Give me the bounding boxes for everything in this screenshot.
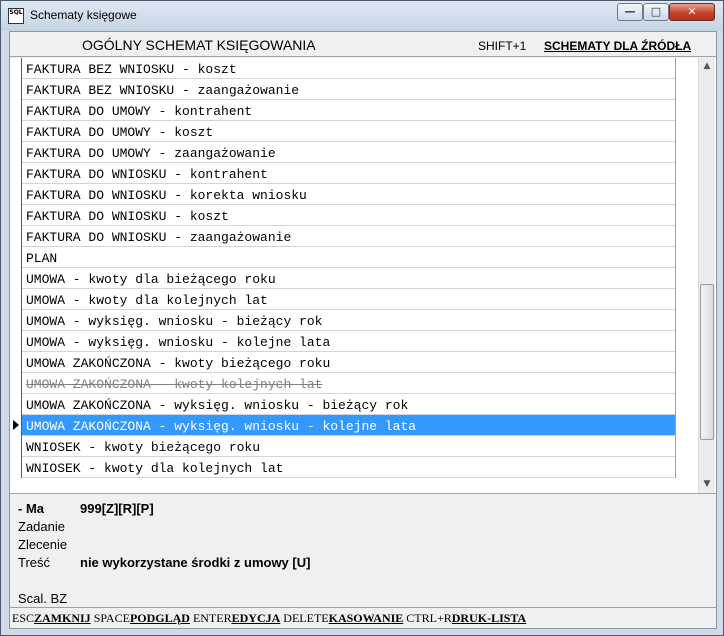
row-label: UMOWA - wyksięg. wniosku - kolejne lata bbox=[26, 335, 331, 350]
details-panel: - Ma 999[Z][R][P] Zadanie Zlecenie Treść… bbox=[10, 495, 716, 606]
minimize-button[interactable]: — bbox=[617, 3, 643, 21]
scal-label: Scal. BZ bbox=[18, 591, 68, 606]
row-indicator[interactable] bbox=[10, 310, 22, 331]
header-bar: OGÓLNY SCHEMAT KSIĘGOWANIA SHIFT+1 SCHEM… bbox=[10, 32, 716, 57]
row-label: FAKTURA DO UMOWY - koszt bbox=[26, 125, 214, 140]
table-row[interactable]: UMOWA ZAKOŃCZONA - wyksięg. wniosku - ko… bbox=[10, 415, 676, 436]
row-label: UMOWA ZAKOŃCZONA - wyksięg. wniosku - bi… bbox=[26, 398, 409, 413]
table-row[interactable]: FAKTURA DO WNIOSKU - koszt bbox=[10, 205, 676, 226]
shortcut-action-kasowanie[interactable]: KASOWANIE bbox=[329, 611, 404, 625]
row-label: FAKTURA DO WNIOSKU - kontrahent bbox=[26, 167, 268, 182]
grid-rows: FAKTURA BEZ WNIOSKU - koszt FAKTURA BEZ W… bbox=[10, 58, 676, 478]
shortcut-action-druk-lista[interactable]: DRUK-LISTA bbox=[452, 611, 526, 625]
row-indicator[interactable] bbox=[10, 58, 22, 79]
shortcut-action-edycja[interactable]: EDYCJA bbox=[232, 611, 281, 625]
row-label: UMOWA - wyksięg. wniosku - bieżący rok bbox=[26, 314, 323, 329]
table-row[interactable]: UMOWA - kwoty dla kolejnych lat bbox=[10, 289, 676, 310]
row-indicator[interactable] bbox=[10, 289, 22, 310]
row-label: FAKTURA DO UMOWY - kontrahent bbox=[26, 104, 253, 119]
title-bar[interactable]: SQL Schematy księgowe — □ ✕ bbox=[1, 1, 723, 31]
row-indicator[interactable] bbox=[10, 268, 22, 289]
row-indicator[interactable] bbox=[10, 184, 22, 205]
row-label: PLAN bbox=[26, 251, 58, 266]
side-label: - Ma bbox=[18, 501, 44, 516]
row-indicator[interactable] bbox=[10, 205, 22, 226]
table-row[interactable]: UMOWA ZAKOŃCZONA - kwoty kolejnych lat bbox=[10, 373, 676, 394]
table-row[interactable]: WNIOSEK - kwoty bieżącego roku bbox=[10, 436, 676, 457]
table-row[interactable]: UMOWA ZAKOŃCZONA - kwoty bieżącego roku bbox=[10, 352, 676, 373]
table-row[interactable]: FAKTURA DO WNIOSKU - korekta wniosku bbox=[10, 184, 676, 205]
current-row-arrow-icon bbox=[13, 420, 19, 430]
maximize-button[interactable]: □ bbox=[643, 3, 669, 21]
table-row[interactable]: FAKTURA BEZ WNIOSKU - koszt bbox=[10, 58, 676, 79]
tresc-value: nie wykorzystane środki z umowy [U] bbox=[80, 555, 311, 570]
row-label: UMOWA - kwoty dla bieżącego roku bbox=[26, 272, 276, 287]
row-label: FAKTURA DO WNIOSKU - koszt bbox=[26, 209, 229, 224]
shortcut-action-podgląd[interactable]: PODGLĄD bbox=[130, 611, 190, 625]
status-bar: ESCZAMKNIJ SPACEPODGLĄD ENTEREDYCJA DELETEK… bbox=[10, 607, 716, 628]
row-indicator[interactable] bbox=[10, 394, 22, 415]
table-row[interactable]: FAKTURA DO UMOWY - kontrahent bbox=[10, 100, 676, 121]
page-title: OGÓLNY SCHEMAT KSIĘGOWANIA bbox=[82, 37, 316, 53]
window-title: Schematy księgowe bbox=[30, 8, 137, 22]
table-row[interactable]: FAKTURA DO UMOWY - koszt bbox=[10, 121, 676, 142]
table-row[interactable]: UMOWA - wyksięg. wniosku - kolejne lata bbox=[10, 331, 676, 352]
grid-border bbox=[675, 58, 676, 478]
row-indicator[interactable] bbox=[10, 373, 22, 394]
shortcut-key: ENTER bbox=[192, 611, 232, 625]
row-label: WNIOSEK - kwoty bieżącego roku bbox=[26, 440, 261, 455]
table-row[interactable]: FAKTURA DO WNIOSKU - zaangażowanie bbox=[10, 226, 676, 247]
row-indicator[interactable] bbox=[10, 100, 22, 121]
table-row[interactable]: WNIOSEK - kwoty dla kolejnych lat bbox=[10, 457, 676, 478]
source-schemes-link[interactable]: SCHEMATY DLA ŹRÓDŁA bbox=[544, 39, 691, 53]
row-indicator[interactable] bbox=[10, 457, 22, 478]
row-indicator[interactable] bbox=[10, 352, 22, 373]
close-button[interactable]: ✕ bbox=[669, 3, 715, 21]
row-indicator[interactable] bbox=[10, 247, 22, 268]
table-row[interactable]: FAKTURA DO WNIOSKU - kontrahent bbox=[10, 163, 676, 184]
table-row[interactable]: UMOWA - kwoty dla bieżącego roku bbox=[10, 268, 676, 289]
zlecenie-label: Zlecenie bbox=[18, 537, 68, 552]
row-label: UMOWA ZAKOŃCZONA - wyksięg. wniosku - ko… bbox=[26, 419, 417, 434]
row-label: FAKTURA DO UMOWY - zaangażowanie bbox=[26, 146, 276, 161]
scroll-up-icon[interactable]: ▲ bbox=[699, 58, 715, 75]
row-label: UMOWA - kwoty dla kolejnych lat bbox=[26, 293, 268, 308]
shortcut-hint: SHIFT+1 bbox=[478, 39, 527, 53]
table-row[interactable]: PLAN bbox=[10, 247, 676, 268]
row-label: FAKTURA BEZ WNIOSKU - zaangażowanie bbox=[26, 83, 300, 98]
shortcut-key: DELETE bbox=[283, 611, 329, 625]
table-row[interactable]: UMOWA - wyksięg. wniosku - bieżący rok bbox=[10, 310, 676, 331]
zadanie-label: Zadanie bbox=[18, 519, 65, 534]
table-row[interactable]: FAKTURA BEZ WNIOSKU - zaangażowanie bbox=[10, 79, 676, 100]
shortcut-key: CTRL+R bbox=[406, 611, 452, 625]
scroll-down-icon[interactable]: ▼ bbox=[699, 476, 715, 493]
row-indicator[interactable] bbox=[10, 121, 22, 142]
row-indicator[interactable] bbox=[10, 415, 22, 436]
row-indicator[interactable] bbox=[10, 226, 22, 247]
row-label: FAKTURA DO WNIOSKU - zaangażowanie bbox=[26, 230, 292, 245]
row-label: UMOWA ZAKOŃCZONA - kwoty bieżącego roku bbox=[26, 356, 331, 371]
row-label: WNIOSEK - kwoty dla kolejnych lat bbox=[26, 461, 284, 476]
shortcut-key: ESC bbox=[12, 611, 35, 625]
row-indicator[interactable] bbox=[10, 163, 22, 184]
table-row[interactable]: FAKTURA DO UMOWY - zaangażowanie bbox=[10, 142, 676, 163]
scroll-thumb[interactable] bbox=[700, 284, 714, 440]
schemes-grid: FAKTURA BEZ WNIOSKU - koszt FAKTURA BEZ W… bbox=[10, 58, 716, 494]
vertical-scrollbar[interactable]: ▲ ▼ bbox=[698, 58, 715, 493]
row-indicator[interactable] bbox=[10, 331, 22, 352]
client-area: OGÓLNY SCHEMAT KSIĘGOWANIA SHIFT+1 SCHEM… bbox=[9, 31, 717, 629]
app-window: SQL Schematy księgowe — □ ✕ OGÓLNY SCHEM… bbox=[0, 0, 724, 636]
shortcut-action-zamknij[interactable]: ZAMKNIJ bbox=[34, 611, 91, 625]
tresc-label: Treść bbox=[18, 555, 51, 570]
side-value: 999[Z][R][P] bbox=[80, 501, 154, 516]
row-label: UMOWA ZAKOŃCZONA - kwoty kolejnych lat bbox=[26, 377, 323, 392]
table-row[interactable]: UMOWA ZAKOŃCZONA - wyksięg. wniosku - bi… bbox=[10, 394, 676, 415]
row-label: FAKTURA BEZ WNIOSKU - koszt bbox=[26, 62, 237, 77]
row-label: FAKTURA DO WNIOSKU - korekta wniosku bbox=[26, 188, 307, 203]
shortcut-key: SPACE bbox=[93, 611, 130, 625]
row-indicator[interactable] bbox=[10, 436, 22, 457]
row-indicator[interactable] bbox=[10, 79, 22, 100]
app-icon: SQL bbox=[8, 8, 24, 24]
row-indicator[interactable] bbox=[10, 142, 22, 163]
